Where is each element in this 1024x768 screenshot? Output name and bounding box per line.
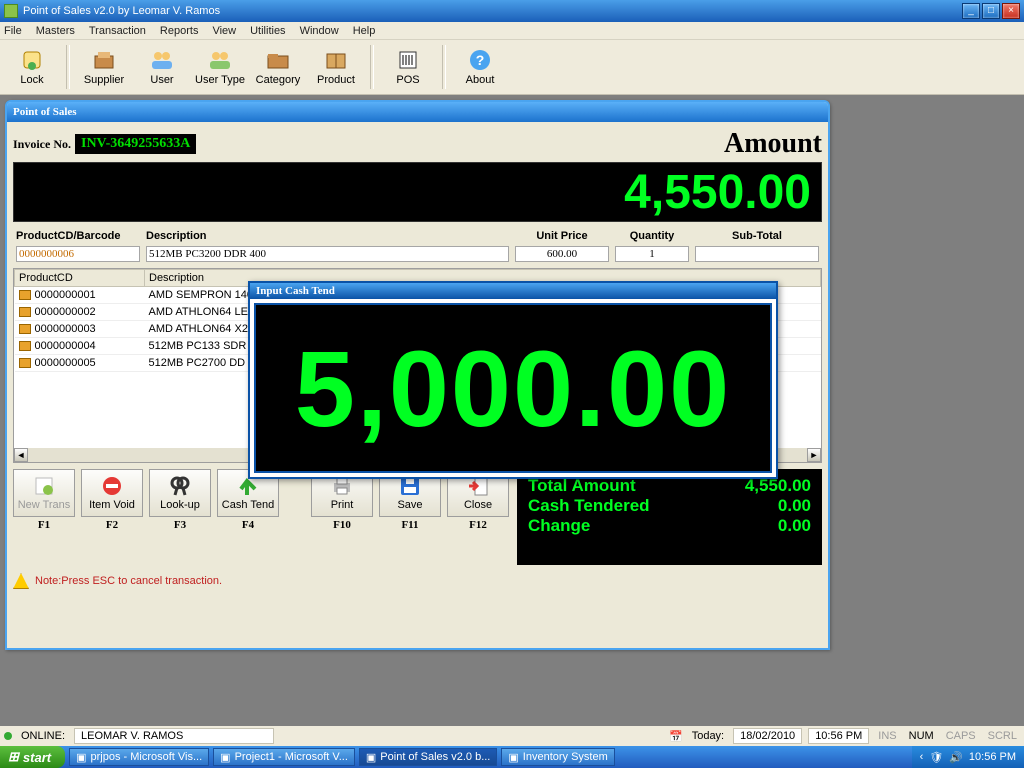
toolbar-product-button[interactable]: Product	[308, 42, 364, 92]
tray-chevron-icon[interactable]: ‹	[920, 751, 924, 763]
product-icon	[19, 290, 31, 300]
status-user: LEOMAR V. RAMOS	[74, 728, 274, 744]
quantity-input[interactable]	[615, 246, 689, 262]
amount-display: 4,550.00	[13, 162, 822, 222]
fkey-label: F11	[401, 519, 418, 531]
task-icon: ▣	[508, 751, 518, 764]
status-bar: ONLINE: LEOMAR V. RAMOS 📅 Today: 18/02/2…	[0, 726, 1024, 746]
tray-network-icon[interactable]: 🔊	[949, 751, 963, 764]
taskbar-task[interactable]: ▣prjpos - Microsoft Vis...	[69, 748, 209, 766]
task-icon: ▣	[220, 751, 230, 764]
warning-icon	[13, 573, 29, 589]
menubar: File Masters Transaction Reports View Utiliti…	[0, 22, 1024, 40]
status-ins: INS	[875, 729, 899, 743]
tray-shield-icon[interactable]: 🛡	[929, 751, 943, 764]
new-trans-icon	[33, 475, 55, 497]
fkey-label: F1	[38, 519, 50, 531]
svg-text:?: ?	[476, 52, 485, 68]
product-icon	[19, 324, 31, 334]
status-date: 18/02/2010	[733, 728, 802, 744]
fkey-label: F2	[106, 519, 118, 531]
subtotal-input[interactable]	[695, 246, 819, 262]
status-time: 10:56 PM	[808, 728, 869, 744]
invoice-label: Invoice No.	[13, 137, 71, 152]
minimize-button[interactable]: _	[962, 3, 980, 19]
app-icon	[4, 4, 18, 18]
fkey-label: F4	[242, 519, 254, 531]
start-button[interactable]: ⊞ start	[0, 746, 65, 768]
look-up-icon	[169, 475, 191, 497]
titlebar: Point of Sales v2.0 by Leomar V. Ramos _…	[0, 0, 1024, 22]
scroll-right-arrow[interactable]: ►	[807, 448, 821, 462]
item-void-icon	[101, 475, 123, 497]
user-icon	[150, 48, 174, 72]
close-button[interactable]: ×	[1002, 3, 1020, 19]
amount-label: Amount	[724, 128, 822, 160]
toolbar-user-button[interactable]: User	[134, 42, 190, 92]
menu-masters[interactable]: Masters	[36, 25, 75, 37]
item-void-button[interactable]: Item Void	[81, 469, 143, 517]
dot-icon	[4, 732, 12, 740]
menu-window[interactable]: Window	[300, 25, 339, 37]
cash-tend-value[interactable]: 5,000.00	[254, 303, 772, 473]
toolbar-lock-button[interactable]: Lock	[4, 42, 60, 92]
maximize-button[interactable]: □	[982, 3, 1000, 19]
tray-clock[interactable]: 10:56 PM	[969, 751, 1016, 763]
entry-header: ProductCD/Barcode Description Unit Price…	[13, 228, 822, 244]
fkey-label: F3	[174, 519, 186, 531]
action-bar: New TransF1Item VoidF2Look-upF3Cash Tend…	[13, 469, 822, 565]
look-up-button[interactable]: Look-up	[149, 469, 211, 517]
window-title: Point of Sales v2.0 by Leomar V. Ramos	[23, 5, 220, 17]
menu-help[interactable]: Help	[353, 25, 376, 37]
esc-note: Note:Press ESC to cancel transaction.	[13, 573, 822, 589]
description-input[interactable]	[146, 246, 509, 262]
toolbar-pos-button[interactable]: POS	[380, 42, 436, 92]
menu-reports[interactable]: Reports	[160, 25, 199, 37]
invoice-number: INV-3649255633A	[75, 134, 196, 154]
fkey-label: F12	[469, 519, 487, 531]
scroll-left-arrow[interactable]: ◄	[14, 448, 28, 462]
user-type-icon	[208, 48, 232, 72]
menu-file[interactable]: File	[4, 25, 22, 37]
task-icon: ▣	[76, 751, 86, 764]
toolbar-supplier-button[interactable]: Supplier	[76, 42, 132, 92]
product-icon	[19, 358, 31, 368]
toolbar-user-type-button[interactable]: User Type	[192, 42, 248, 92]
pos-icon	[396, 48, 420, 72]
pos-window-title: Point of Sales	[7, 102, 828, 122]
menu-utilities[interactable]: Utilities	[250, 25, 285, 37]
taskbar: ⊞ start ▣prjpos - Microsoft Vis...▣Proje…	[0, 746, 1024, 768]
barcode-input[interactable]	[16, 246, 140, 262]
about-icon: ?	[468, 48, 492, 72]
taskbar-task[interactable]: ▣Project1 - Microsoft V...	[213, 748, 355, 766]
product-icon	[19, 341, 31, 351]
category-icon	[266, 48, 290, 72]
taskbar-task[interactable]: ▣Point of Sales v2.0 b...	[359, 748, 497, 766]
new-trans-button: New Trans	[13, 469, 75, 517]
calendar-icon: 📅	[669, 730, 683, 743]
product-icon	[324, 48, 348, 72]
product-icon	[19, 307, 31, 317]
entry-row	[13, 244, 822, 264]
totals-panel: Total Amount4,550.00 Cash Tendered0.00 C…	[517, 469, 822, 565]
toolbar-category-button[interactable]: Category	[250, 42, 306, 92]
cash-tend-title: Input Cash Tend	[250, 283, 776, 299]
windows-logo-icon: ⊞	[8, 749, 19, 765]
task-icon: ▣	[366, 751, 376, 764]
status-caps: CAPS	[943, 729, 979, 743]
supplier-icon	[92, 48, 116, 72]
status-num: NUM	[906, 729, 937, 743]
menu-transaction[interactable]: Transaction	[89, 25, 146, 37]
main-toolbar: Lock SupplierUserUser TypeCategoryProduct…	[0, 40, 1024, 95]
system-tray[interactable]: ‹ 🛡 🔊 10:56 PM	[912, 746, 1024, 768]
menu-view[interactable]: View	[212, 25, 236, 37]
toolbar-about-button[interactable]: ?About	[452, 42, 508, 92]
unitprice-input[interactable]	[515, 246, 609, 262]
fkey-label: F10	[333, 519, 351, 531]
cash-tend-dialog[interactable]: Input Cash Tend 5,000.00	[248, 281, 778, 479]
taskbar-task[interactable]: ▣Inventory System	[501, 748, 614, 766]
lock-icon	[20, 48, 44, 72]
status-scrl: SCRL	[985, 729, 1020, 743]
